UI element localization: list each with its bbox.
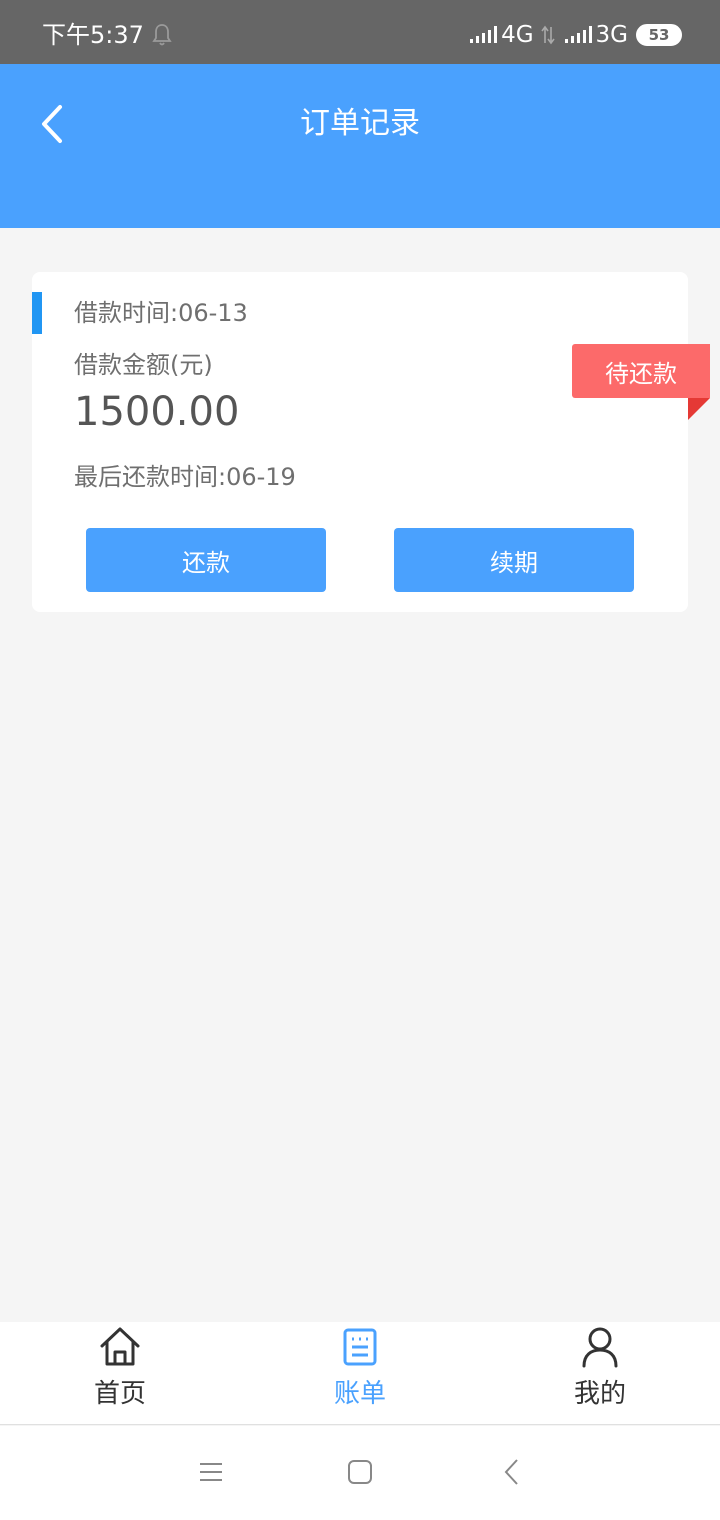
renew-button[interactable]: 续期 [394,528,634,592]
back-nav-button[interactable] [492,1456,532,1488]
network-type-2: 3G [595,22,628,48]
home-square-icon [348,1460,372,1484]
ribbon-fold-icon [688,398,710,420]
data-arrows-icon [540,25,555,45]
status-indicators: 4G 3G 53 [469,18,682,52]
loan-date: 借款时间:06-13 [74,299,248,327]
amount-value: 1500.00 [74,389,240,435]
amount-label: 借款金额(元) [74,351,213,379]
tab-bill-label: 账单 [333,1379,386,1409]
tab-mine[interactable]: 我的 [480,1322,720,1425]
signal-icon [470,26,498,43]
status-time: 下午5:37 [42,21,144,49]
bill-icon [343,1328,377,1366]
tab-home[interactable]: 首页 [0,1322,240,1425]
card-accent-bar [32,292,42,334]
repay-button[interactable]: 还款 [86,528,326,592]
home-icon [100,1327,140,1366]
back-triangle-icon [504,1459,518,1485]
menu-icon [200,1463,222,1481]
page-title: 订单记录 [300,106,420,141]
tab-mine-label: 我的 [573,1379,626,1409]
order-card: 借款时间:06-13 借款金额(元) 1500.00 最后还款时间:06-19 … [32,272,688,612]
user-icon [582,1327,618,1368]
due-date: 最后还款时间:06-19 [74,463,296,491]
tab-bar: 首页 账单 我的 [0,1322,720,1425]
battery-level: 53 [648,26,670,44]
signal-icon-2 [564,26,592,43]
app-header [0,64,720,228]
status-bar: 下午5:37 4G 3G 53 [0,0,720,64]
system-nav-bar [0,1426,720,1520]
battery-icon: 53 [636,24,682,46]
tab-home-label: 首页 [93,1379,146,1409]
network-type-1: 4G [501,22,534,48]
status-badge: 待还款 [572,344,710,398]
tab-bill[interactable]: 账单 [240,1322,480,1425]
bell-icon [152,24,172,46]
recent-apps-button[interactable] [191,1456,231,1488]
home-button[interactable] [340,1456,380,1488]
